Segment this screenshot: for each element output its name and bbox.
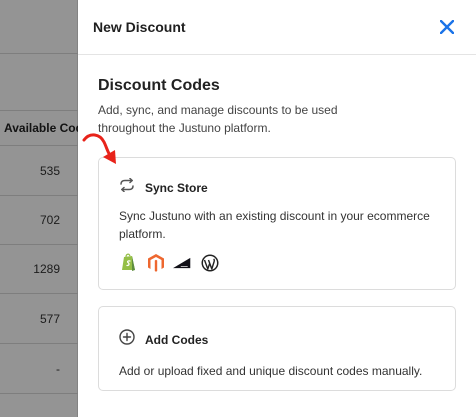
modal-backdrop[interactable] <box>0 0 78 417</box>
close-icon[interactable] <box>438 18 456 36</box>
platform-icons <box>119 253 435 272</box>
card-title-row: Add Codes <box>119 329 435 350</box>
drawer-header: New Discount <box>78 0 476 55</box>
sync-store-card[interactable]: Sync Store Sync Justuno with an existing… <box>98 157 456 290</box>
sync-store-description: Sync Justuno with an existing discount i… <box>119 209 430 241</box>
section-title: Discount Codes <box>98 77 220 94</box>
new-discount-drawer: New Discount Discount Codes Add, sync, a… <box>78 0 476 417</box>
shopify-icon <box>119 253 138 272</box>
plus-circle-icon <box>119 329 135 350</box>
add-codes-card[interactable]: Add Codes Add or upload fixed and unique… <box>98 306 456 391</box>
wordpress-icon <box>200 253 219 272</box>
card-title-row: Sync Store <box>119 177 435 197</box>
sync-icon <box>119 177 135 197</box>
add-codes-description: Add or upload fixed and unique discount … <box>119 364 423 378</box>
magento-icon <box>146 253 165 272</box>
section-description: Add, sync, and manage discounts to be us… <box>98 103 338 135</box>
discount-codes-section: Discount Codes Add, sync, and manage dis… <box>78 55 476 137</box>
drawer-title: New Discount <box>93 19 186 35</box>
bigcommerce-icon <box>173 253 192 272</box>
app-stage: Available Codes 535 702 1289 577 - New D… <box>0 0 476 417</box>
add-codes-title: Add Codes <box>145 332 209 347</box>
sync-store-title: Sync Store <box>145 180 208 195</box>
